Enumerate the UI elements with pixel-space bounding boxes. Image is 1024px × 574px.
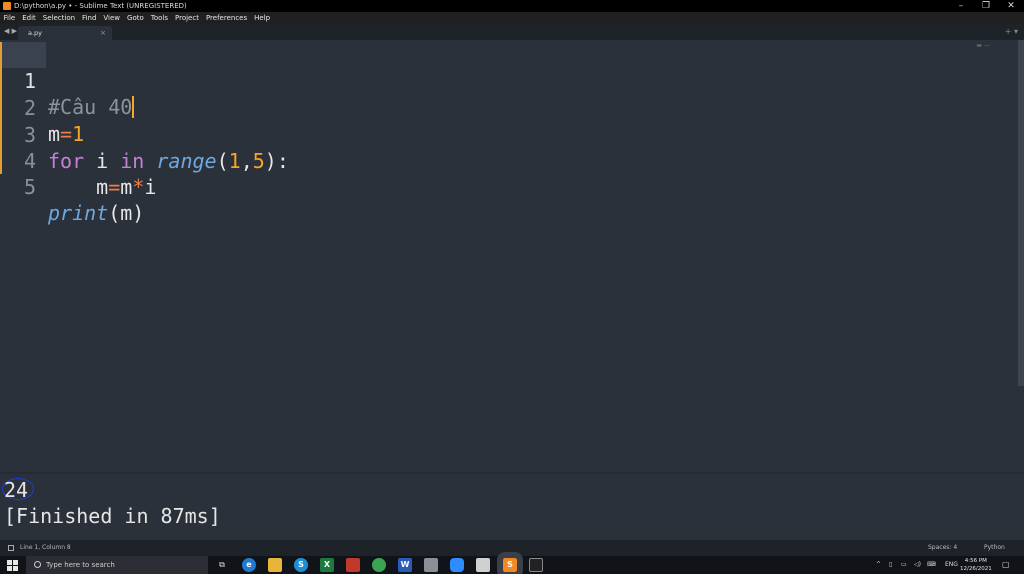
clock-date: 12/26/2021 [960, 566, 992, 572]
menu-view[interactable]: View [100, 12, 124, 24]
code-line-4: 4 m=m*i [0, 122, 156, 199]
taskbar-search[interactable]: Type here to search [26, 556, 208, 574]
system-clock[interactable]: 4:56 PM 12/26/2021 [960, 557, 992, 573]
terminal-icon[interactable] [529, 558, 543, 572]
status-bar: Line 1, Column 8 Spaces: 4 Python [0, 540, 1024, 556]
menu-tools[interactable]: Tools [147, 12, 171, 24]
minimap[interactable]: ▬ — [976, 42, 990, 49]
chrome-icon[interactable] [372, 558, 386, 572]
sublime-app-icon [3, 2, 11, 10]
code-line-2: 2 m=1 [0, 69, 84, 146]
menu-file[interactable]: File [0, 12, 19, 24]
text-cursor [132, 96, 134, 118]
close-icon[interactable]: ✕ [998, 0, 1024, 12]
menu-bar: File Edit Selection Find View Goto Tools Projec… [0, 12, 1024, 24]
app-icon[interactable] [424, 558, 438, 572]
cursor-position: Line 1, Column 8 [20, 544, 71, 551]
comment: #Câu 40 [48, 95, 133, 119]
edge-icon[interactable]: e [242, 558, 256, 572]
taskbar: Type here to search ⧉ e S X W S ^ ▯ ▭ ◁)… [0, 552, 1024, 574]
word-icon[interactable]: W [398, 558, 412, 572]
search-placeholder: Type here to search [46, 561, 115, 569]
code-line-5: 5 print(m) [0, 148, 144, 225]
menu-edit[interactable]: Edit [19, 12, 40, 24]
photos-icon[interactable] [346, 558, 360, 572]
window-title: D:\python\a.py • - Sublime Text (UNREGIS… [14, 2, 187, 10]
line-number: 5 [23, 175, 36, 199]
clock-time: 4:56 PM [964, 558, 987, 564]
new-tab-icon[interactable]: + ▾ [1005, 27, 1018, 36]
excel-icon[interactable]: X [320, 558, 334, 572]
syntax-selector[interactable]: Python [984, 540, 1005, 556]
minimize-icon[interactable]: – [948, 0, 974, 12]
task-view-icon[interactable]: ⧉ [215, 558, 229, 572]
output-finished: [Finished in 87ms] [4, 504, 221, 528]
sublime-taskbar-icon[interactable]: S [497, 552, 523, 574]
menu-preferences[interactable]: Preferences [202, 12, 250, 24]
tab-bar: ◀ ▶ a.py × + ▾ [0, 24, 1024, 40]
restore-icon[interactable]: ❐ [973, 0, 999, 12]
battery-icon[interactable]: ▯ [889, 556, 892, 574]
notifications-icon[interactable]: ▢ [1002, 556, 1010, 574]
search-icon [34, 561, 41, 568]
menu-selection[interactable]: Selection [39, 12, 78, 24]
indentation-setting[interactable]: Spaces: 4 [928, 540, 957, 556]
code-line-1: 1 #Câu 40 [0, 42, 134, 119]
code-line-3: 3 for i in range(1,5): [0, 96, 289, 173]
menu-find[interactable]: Find [79, 12, 100, 24]
language-indicator[interactable]: ENG [945, 556, 958, 574]
zoom-icon[interactable] [450, 558, 464, 572]
tray-chevron-icon[interactable]: ^ [876, 556, 881, 574]
tab-label: a.py [28, 29, 43, 37]
code-editor[interactable]: ▬ — 1 #Câu 40 2 m=1 3 for i in range(1,5… [0, 40, 1024, 472]
document-app-icon[interactable] [476, 558, 490, 572]
menu-goto[interactable]: Goto [124, 12, 148, 24]
tab-nav-arrows-icon[interactable]: ◀ ▶ [4, 27, 17, 35]
panel-toggle-icon[interactable] [8, 545, 14, 551]
volume-icon[interactable]: ◁) [914, 556, 921, 574]
vertical-scrollbar[interactable] [1018, 40, 1024, 386]
keyboard-icon[interactable]: ⌨ [927, 556, 936, 574]
title-bar: D:\python\a.py • - Sublime Text (UNREGIS… [0, 0, 1024, 12]
tab-close-icon[interactable]: × [100, 26, 106, 40]
output-result: 24 [4, 478, 29, 502]
menu-project[interactable]: Project [172, 12, 203, 24]
tab-a-py[interactable]: a.py × [18, 26, 112, 40]
menu-help[interactable]: Help [251, 12, 274, 24]
network-icon[interactable]: ▭ [901, 556, 907, 574]
build-output-panel: 24 [Finished in 87ms] [0, 474, 1024, 540]
file-explorer-icon[interactable] [268, 558, 282, 572]
windows-start-icon[interactable] [7, 560, 18, 571]
skype-icon[interactable]: S [294, 558, 308, 572]
